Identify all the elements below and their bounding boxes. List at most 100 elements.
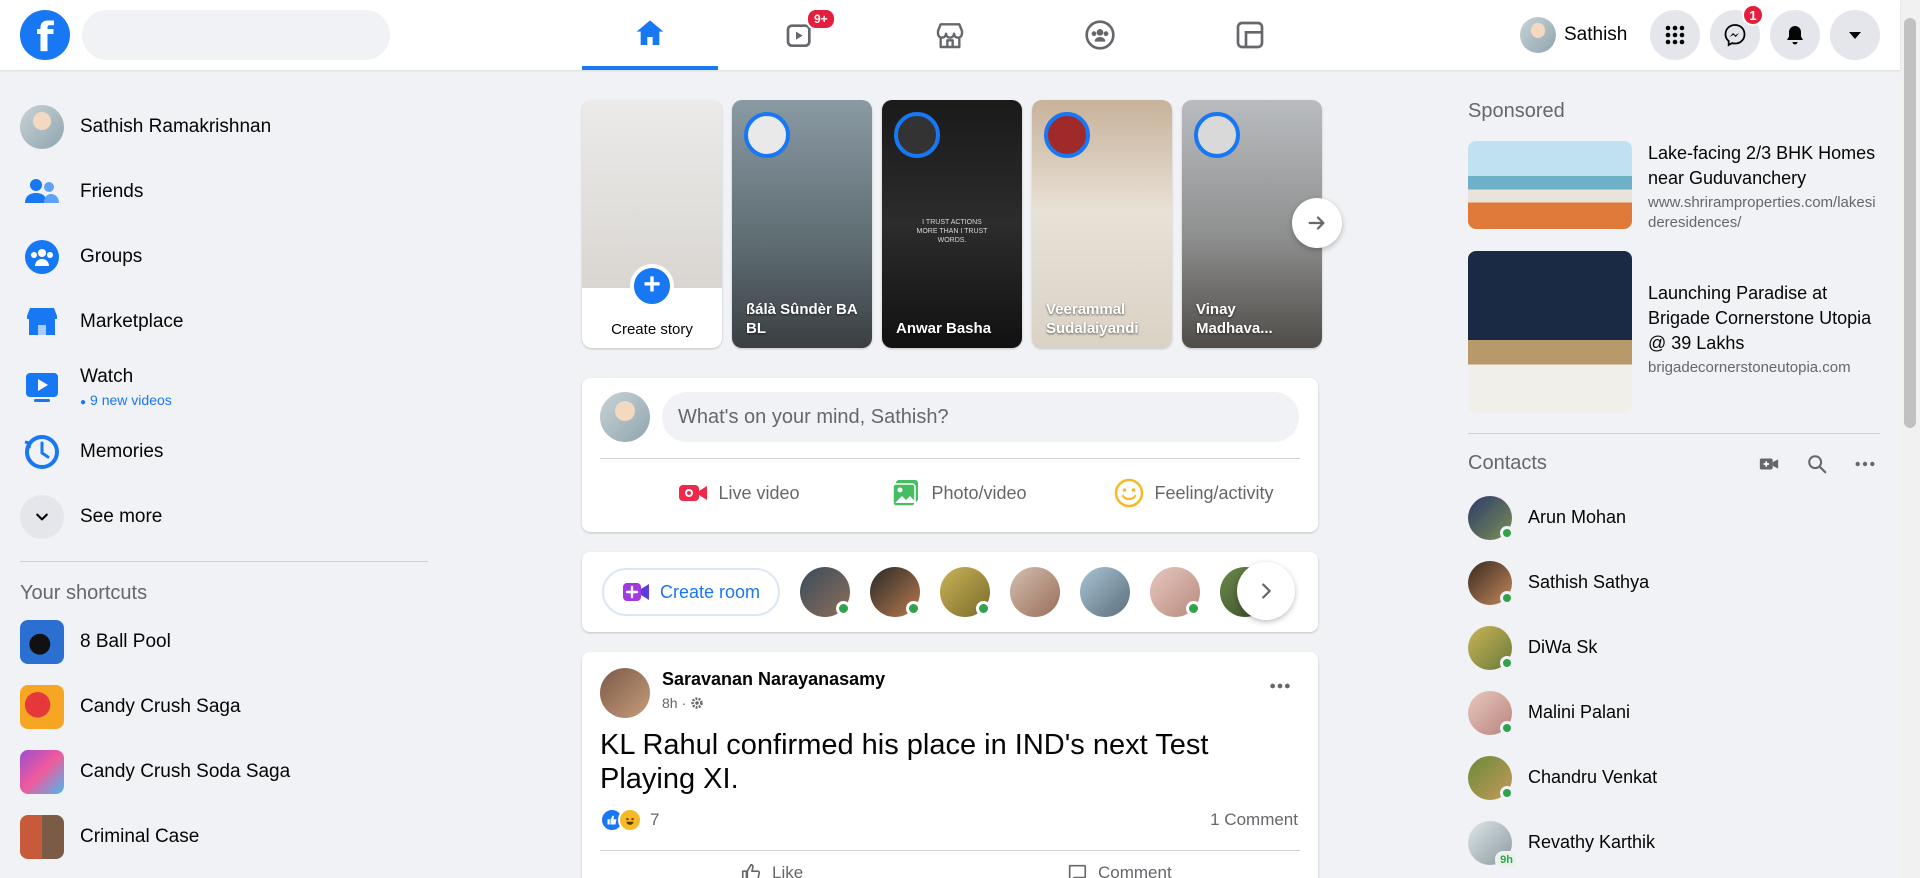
stories-next-button[interactable] xyxy=(1292,198,1342,248)
haha-reaction-icon xyxy=(618,808,642,832)
room-contact-avatar[interactable] xyxy=(1080,567,1130,617)
post-author[interactable]: Saravanan Narayanasamy xyxy=(662,669,885,690)
like-label: Like xyxy=(772,863,804,878)
live-video-button[interactable]: Live video xyxy=(644,468,834,518)
sidebar-item-groups[interactable]: Groups xyxy=(8,224,440,289)
post-reactions[interactable]: 7 xyxy=(600,808,659,832)
thumbs-up-icon xyxy=(741,863,761,878)
tab-gaming[interactable] xyxy=(1182,0,1318,70)
gaming-icon xyxy=(1236,21,1264,49)
watch-badge: 9+ xyxy=(806,8,836,30)
sidebar-item-memories[interactable]: Memories xyxy=(8,419,440,484)
marketplace-icon xyxy=(20,300,64,344)
live-video-icon xyxy=(679,485,708,501)
create-story-label: Create story xyxy=(611,321,693,338)
story-name: ßálà Sûndèr BA BL xyxy=(746,301,858,337)
tab-home[interactable] xyxy=(582,0,718,70)
story-overlay-text: I TRUST ACTIONS MORE THAN I TRUST WORDS. xyxy=(916,219,988,244)
avatar[interactable] xyxy=(600,668,650,718)
sidebar-item-see-more[interactable]: See more xyxy=(8,484,440,549)
contact-item[interactable]: Chandru Venkat xyxy=(1468,745,1880,810)
contact-item[interactable]: 9h Revathy Karthik xyxy=(1468,810,1880,875)
groups-icon xyxy=(1085,20,1115,50)
memories-clock-icon xyxy=(20,430,64,474)
sponsored-ad[interactable]: Launching Paradise at Brigade Cornerston… xyxy=(1468,251,1880,413)
sidebar-item-label: See more xyxy=(80,505,163,527)
ad-title: Launching Paradise at Brigade Cornerston… xyxy=(1648,283,1872,353)
chevron-right-icon xyxy=(1262,583,1271,599)
video-plus-icon xyxy=(622,583,649,601)
comment-button[interactable]: Comment xyxy=(1066,858,1172,878)
sidebar-item-marketplace[interactable]: Marketplace xyxy=(8,289,440,354)
shortcut-criminal-case[interactable]: Criminal Case xyxy=(8,804,440,869)
story-card[interactable]: I TRUST ACTIONS MORE THAN I TRUST WORDS.… xyxy=(882,100,1022,348)
sidebar-item-watch[interactable]: Watch 9 new videos xyxy=(8,354,440,419)
facebook-logo[interactable]: f xyxy=(20,10,70,60)
status-input[interactable] xyxy=(662,392,1299,442)
right-column: Sponsored Lake-facing 2/3 BHK Homes near… xyxy=(1468,94,1880,875)
left-sidebar: Sathish Ramakrishnan Friends Groups Mark… xyxy=(8,94,440,869)
comment-label: Comment xyxy=(1098,863,1172,878)
like-button[interactable]: Like xyxy=(740,858,803,878)
shortcut-label: Candy Crush Soda Saga xyxy=(80,760,291,782)
tab-marketplace[interactable] xyxy=(882,0,1018,70)
online-indicator xyxy=(836,601,851,616)
contact-name: Sathish Sathya xyxy=(1528,572,1650,592)
scrollbar-thumb[interactable] xyxy=(1904,18,1916,428)
shortcut-label: 8 Ball Pool xyxy=(80,630,171,652)
room-contact-avatar[interactable] xyxy=(1150,567,1201,617)
story-card[interactable]: Veerammal Sudalaiyandi xyxy=(1032,100,1172,348)
story-card[interactable]: ßálà Sûndèr BA BL xyxy=(732,100,872,348)
shortcut-candy-crush-soda-saga[interactable]: Candy Crush Soda Saga xyxy=(8,739,440,804)
messenger-badge: 1 xyxy=(1742,4,1764,26)
page-scrollbar[interactable] xyxy=(1900,0,1920,878)
create-story-card[interactable]: + Create story xyxy=(582,100,722,348)
contact-item[interactable]: DiWa Sk xyxy=(1468,615,1880,680)
feeling-activity-button[interactable]: Feeling/activity xyxy=(1084,468,1304,518)
watch-new-videos[interactable]: 9 new videos xyxy=(80,392,172,408)
room-contact-avatar[interactable] xyxy=(870,567,921,617)
contact-item[interactable]: Arun Mohan xyxy=(1468,485,1880,550)
avatar xyxy=(1468,755,1514,800)
room-contact-avatar[interactable] xyxy=(1010,567,1060,617)
create-room-button[interactable]: Create room xyxy=(602,568,780,616)
avatar xyxy=(1468,495,1514,540)
comments-count[interactable]: 1 Comment xyxy=(1210,810,1298,830)
menu-button[interactable] xyxy=(1650,10,1700,60)
sidebar-item-label: Watch xyxy=(80,365,134,387)
photo-video-button[interactable]: Photo/video xyxy=(864,468,1054,518)
search-icon[interactable] xyxy=(1806,453,1828,475)
rooms-next-button[interactable] xyxy=(1237,562,1295,620)
room-contact-avatar[interactable] xyxy=(800,567,851,617)
8-ball-pool-app-icon xyxy=(20,619,64,664)
candy-crush-saga-app-icon xyxy=(20,684,64,729)
tab-watch[interactable]: 9+ xyxy=(732,0,868,70)
new-room-video-icon[interactable] xyxy=(1758,453,1780,475)
post-more-button[interactable] xyxy=(1264,676,1296,696)
profile-chip[interactable]: Sathish xyxy=(1516,14,1633,56)
sidebar-item-profile[interactable]: Sathish Ramakrishnan xyxy=(8,94,440,159)
post-time[interactable]: 8h · xyxy=(662,695,686,711)
contact-item[interactable]: Malini Palani xyxy=(1468,680,1880,745)
search-input[interactable] xyxy=(82,10,390,60)
account-button[interactable] xyxy=(1830,10,1880,60)
friends-icon xyxy=(20,170,64,214)
shortcut-label: Criminal Case xyxy=(80,825,200,847)
shortcut-candy-crush-saga[interactable]: Candy Crush Saga xyxy=(8,674,440,739)
contact-item[interactable]: Sathish Sathya xyxy=(1468,550,1880,615)
notifications-button[interactable] xyxy=(1770,10,1820,60)
create-story-photo xyxy=(582,100,722,288)
shortcut-label: Candy Crush Saga xyxy=(80,695,241,717)
messenger-button[interactable]: 1 xyxy=(1710,4,1764,60)
live-video-label: Live video xyxy=(718,482,800,503)
bell-icon xyxy=(1787,26,1803,45)
shortcut-8-ball-pool[interactable]: 8 Ball Pool xyxy=(8,609,440,674)
shortcuts-title: Your shortcuts xyxy=(20,582,148,604)
reaction-count: 7 xyxy=(650,810,660,829)
tab-groups[interactable] xyxy=(1032,0,1168,70)
sidebar-item-friends[interactable]: Friends xyxy=(8,159,440,224)
room-contact-avatar[interactable] xyxy=(940,567,991,617)
sponsored-ad[interactable]: Lake-facing 2/3 BHK Homes near Guduvanch… xyxy=(1468,141,1880,233)
composer-divider xyxy=(600,458,1300,459)
ellipsis-icon[interactable] xyxy=(1854,453,1876,475)
